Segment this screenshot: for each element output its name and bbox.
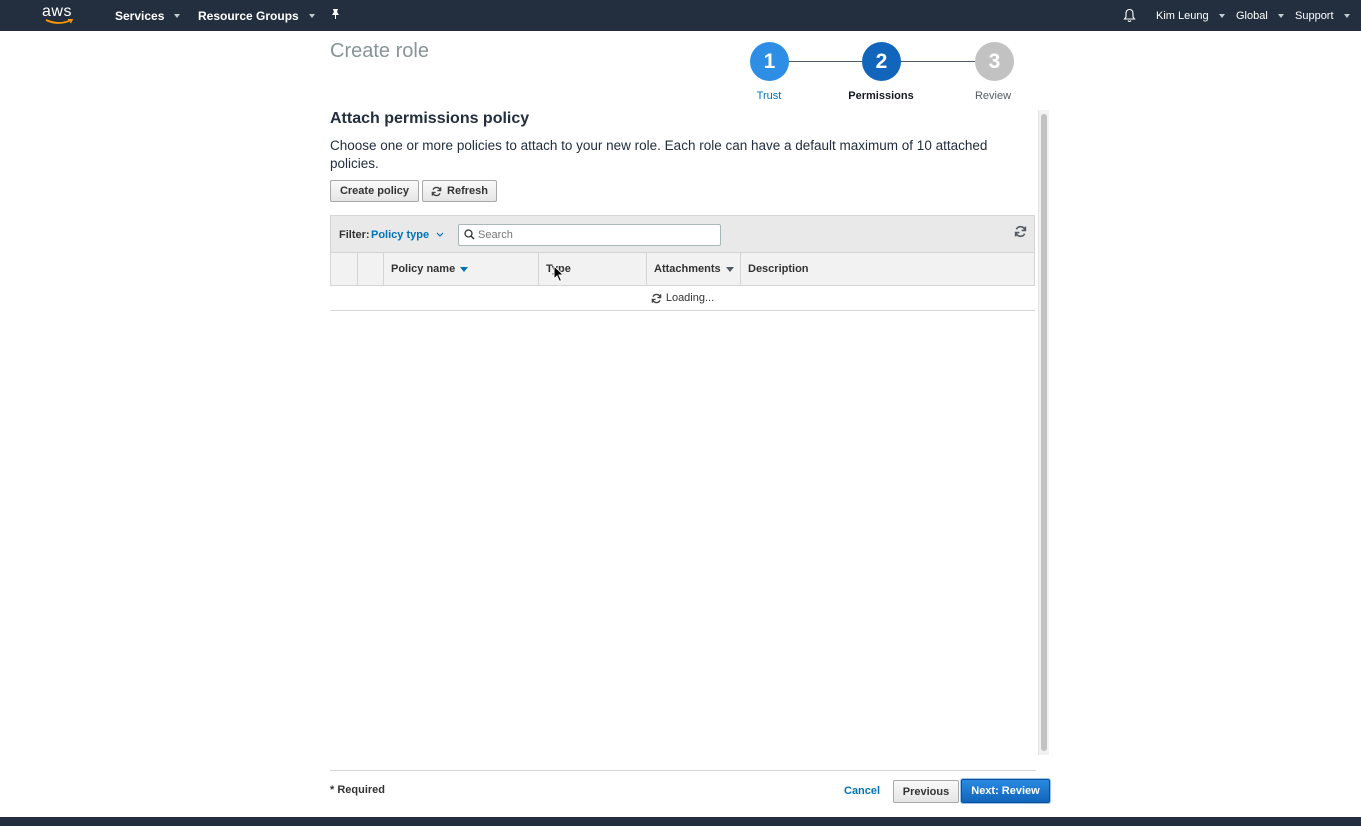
services-menu[interactable]: Services — [115, 9, 181, 23]
resource-groups-menu[interactable]: Resource Groups — [198, 9, 315, 23]
content-scrollbar[interactable] — [1038, 110, 1049, 755]
step-connector — [900, 61, 975, 62]
search-input[interactable] — [458, 224, 721, 246]
required-note: * Required — [330, 784, 386, 796]
scrollbar-thumb[interactable] — [1041, 114, 1047, 751]
pin-icon — [332, 9, 339, 19]
policy-table-header: Policy name Type Attachments Description — [330, 253, 1035, 286]
loading-row: Loading... — [330, 286, 1035, 311]
support-menu[interactable]: Support — [1295, 10, 1350, 22]
step-1-circle[interactable]: 1 — [750, 42, 789, 81]
region-menu[interactable]: Global — [1236, 10, 1284, 22]
step-2-circle: 2 — [862, 42, 901, 81]
user-label: Kim Leung — [1156, 10, 1209, 22]
create-policy-button[interactable]: Create policy — [330, 180, 419, 202]
footer-divider — [330, 770, 1036, 771]
wizard-steps: 1 2 3 Trust Permissions Review — [748, 42, 1018, 104]
chevron-down-icon — [1277, 14, 1284, 18]
section-description: Choose one or more policies to attach to… — [330, 138, 988, 171]
cancel-link[interactable]: Cancel — [844, 785, 880, 797]
top-navigation: aws Services Resource Groups Kim Leung G… — [0, 0, 1361, 31]
sort-icon — [725, 266, 734, 272]
services-label: Services — [115, 9, 165, 23]
spinner-icon — [651, 293, 662, 303]
chevron-down-icon — [1343, 14, 1350, 18]
pin-button[interactable] — [330, 8, 341, 20]
filter-bar: Filter: Policy type — [330, 215, 1035, 253]
bottom-bar — [0, 817, 1361, 826]
step-3-label: Review — [974, 90, 1012, 102]
step-2-label: Permissions — [848, 90, 914, 102]
search-icon — [464, 229, 475, 240]
refresh-icon — [431, 186, 442, 196]
chevron-down-icon — [308, 14, 315, 18]
column-description[interactable]: Description — [741, 253, 1035, 285]
loading-text: Loading... — [665, 292, 715, 304]
column-label: Description — [748, 263, 809, 275]
column-label: Policy name — [391, 263, 456, 275]
step-3-circle: 3 — [975, 42, 1014, 81]
previous-button[interactable]: Previous — [893, 780, 959, 803]
aws-logo[interactable]: aws — [42, 3, 76, 27]
column-attachments[interactable]: Attachments — [647, 253, 741, 285]
user-menu[interactable]: Kim Leung — [1156, 10, 1225, 22]
page-title: Create role — [330, 40, 429, 62]
resource-groups-label: Resource Groups — [198, 9, 299, 23]
step-connector — [787, 61, 862, 62]
chevron-down-icon — [436, 232, 444, 237]
bell-icon — [1123, 8, 1136, 23]
mouse-cursor-icon — [553, 265, 565, 283]
region-label: Global — [1236, 10, 1268, 22]
expand-column — [358, 253, 384, 285]
sort-desc-icon — [460, 266, 469, 272]
notifications-button[interactable] — [1123, 8, 1136, 23]
chevron-down-icon — [174, 14, 181, 18]
aws-smile-icon — [45, 19, 73, 24]
policy-type-label: Policy type — [371, 229, 430, 241]
policy-type-filter[interactable]: Policy type — [371, 229, 444, 241]
filter-label: Filter: — [339, 229, 370, 241]
step-1-label[interactable]: Trust — [724, 90, 814, 102]
next-review-button[interactable]: Next: Review — [961, 779, 1050, 803]
column-label: Attachments — [654, 263, 721, 275]
chevron-down-icon — [1218, 14, 1225, 18]
support-label: Support — [1295, 10, 1334, 22]
sync-icon[interactable] — [1014, 225, 1027, 238]
select-all-column — [331, 253, 358, 285]
section-title: Attach permissions policy — [330, 110, 530, 127]
refresh-label: Refresh — [447, 185, 488, 197]
column-policy-name[interactable]: Policy name — [384, 253, 539, 285]
refresh-button[interactable]: Refresh — [422, 180, 497, 202]
